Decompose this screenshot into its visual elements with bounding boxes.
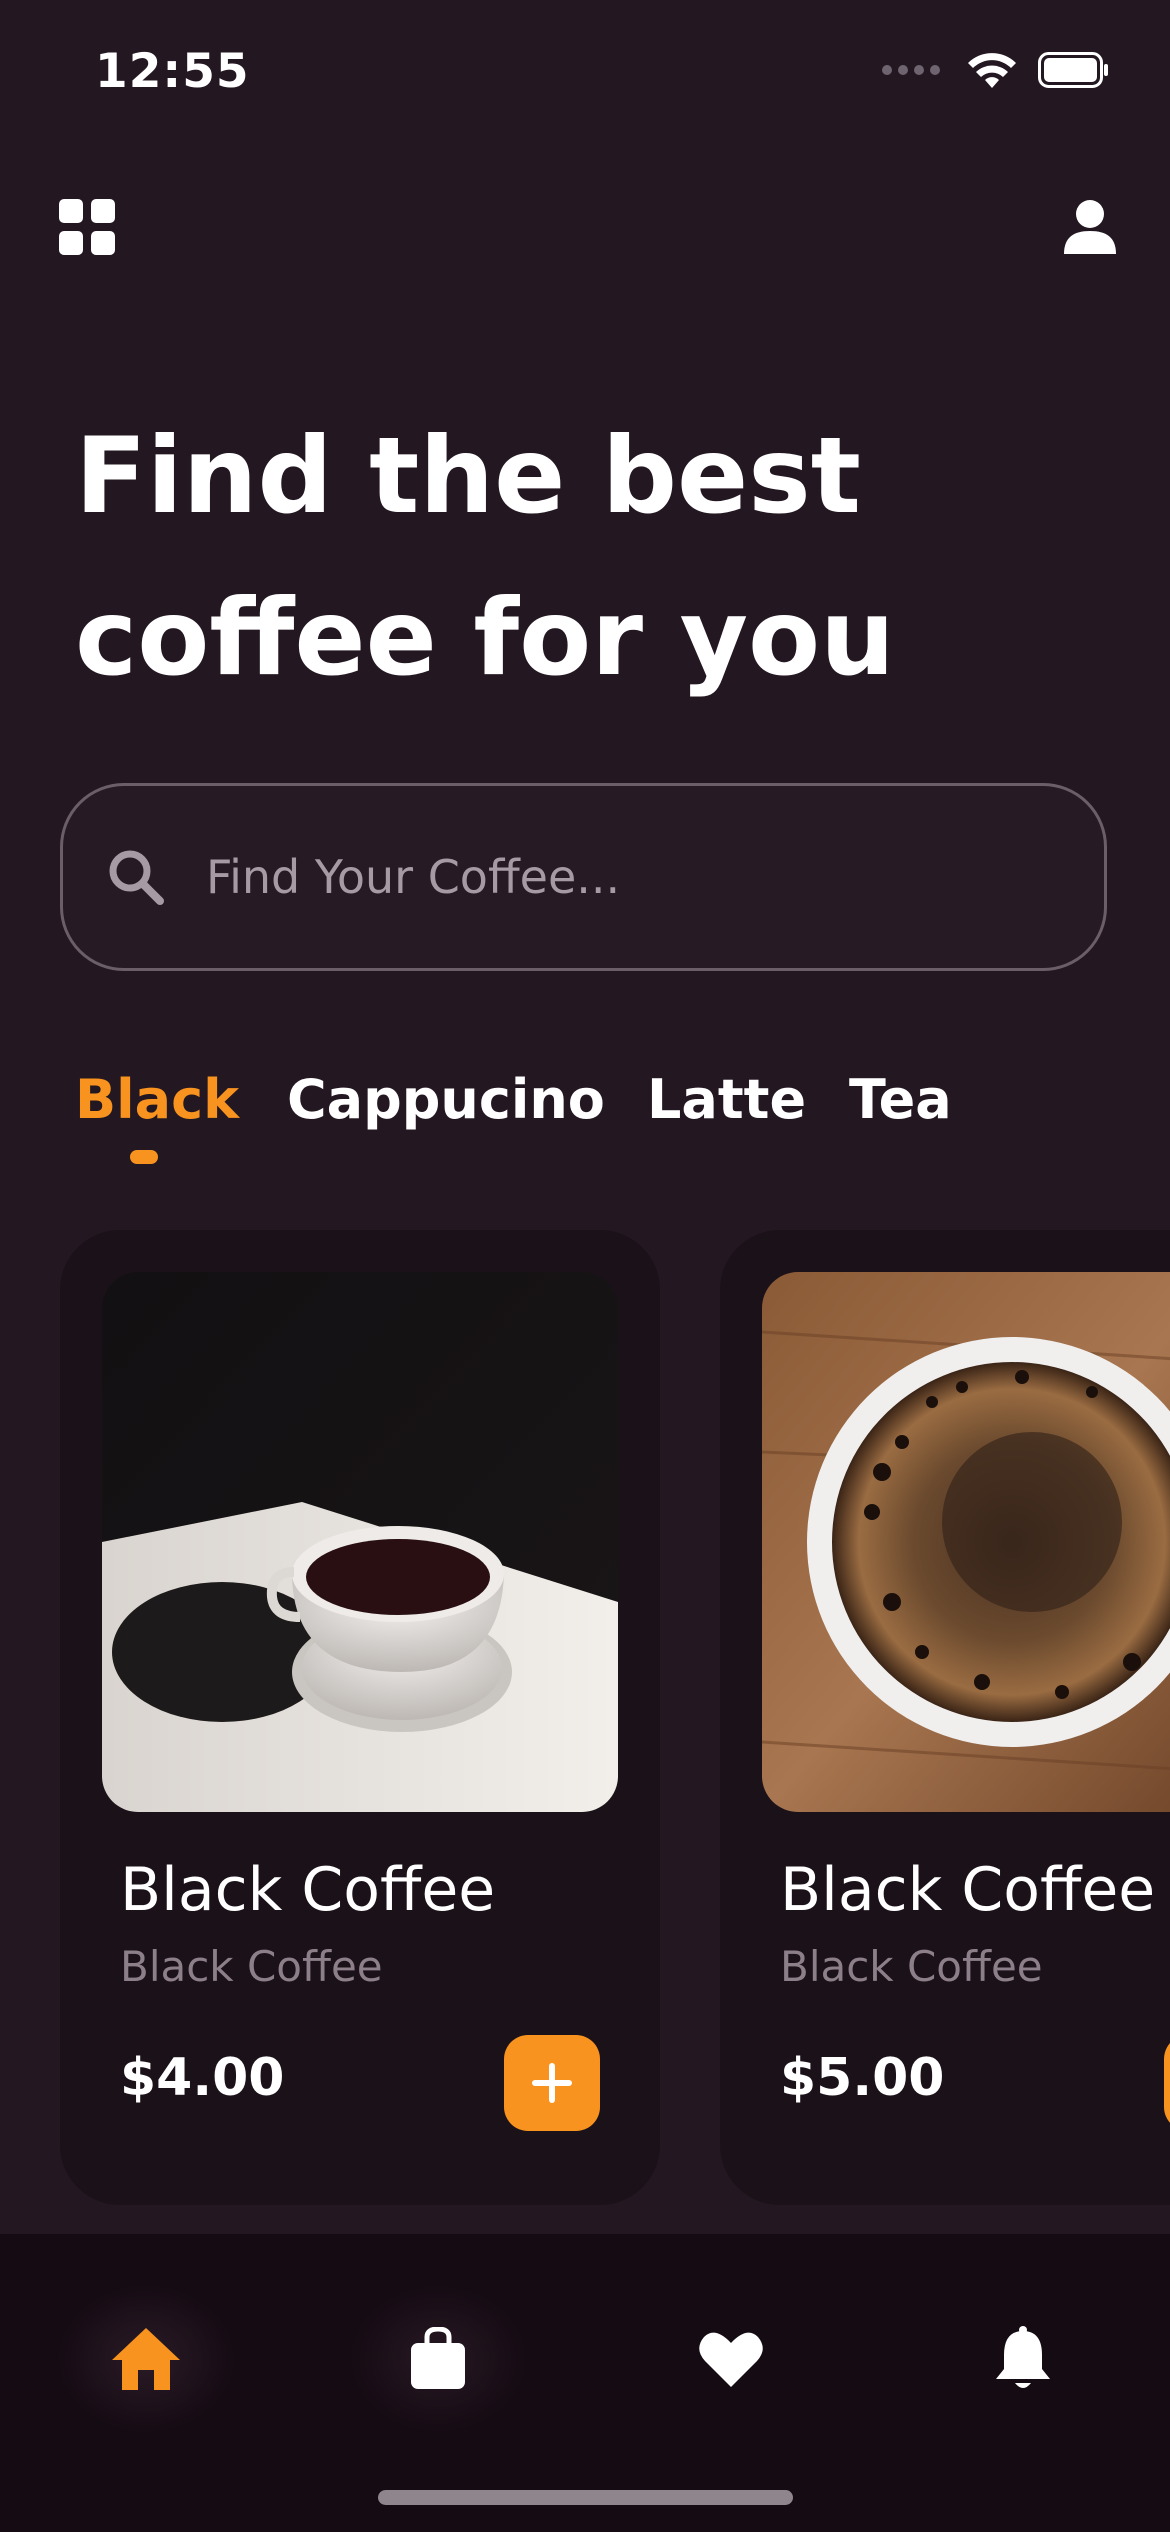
tab-black[interactable]: Black [75,1068,239,1131]
nav-home[interactable] [56,2284,236,2434]
shopping-bag-icon [411,2327,465,2389]
product-subtitle: Black Coffee [120,1942,383,1991]
product-price: $5.00 [780,2048,945,2108]
page-title: Find the best coffee for you [75,395,1075,719]
search-bar[interactable] [60,783,1107,971]
status-bar: 12:55 [0,0,1170,150]
user-icon [1064,200,1116,254]
profile-button[interactable] [1052,192,1128,262]
active-tab-indicator [130,1150,158,1164]
bottom-navigation [0,2234,1170,2532]
home-indicator [378,2490,793,2505]
product-subtitle: Black Coffee [780,1942,1043,1991]
grid-menu-icon [59,199,115,255]
title-line-1: Find the best [75,415,861,537]
add-to-cart-button[interactable] [1164,2035,1170,2131]
nav-favorites[interactable] [641,2284,821,2434]
plus-icon [532,2063,572,2103]
status-indicators [882,50,1110,90]
product-image [762,1272,1170,1812]
product-price: $4.00 [120,2048,285,2108]
wifi-icon [968,53,1016,88]
home-icon [112,2328,180,2390]
menu-button[interactable] [52,192,122,262]
nav-notifications[interactable] [933,2284,1113,2434]
product-card[interactable]: Black Coffee Black Coffee $4.00 [60,1230,660,2205]
product-card[interactable]: Black Coffee Black Coffee $5.00 [720,1230,1170,2205]
tab-latte[interactable]: Latte [647,1068,806,1131]
product-title: Black Coffee [780,1855,1156,1925]
title-line-2: coffee for you [75,577,895,699]
product-title: Black Coffee [120,1855,496,1925]
bell-icon [996,2326,1050,2388]
product-image [102,1272,618,1812]
add-to-cart-button[interactable] [504,2035,600,2131]
search-icon [106,847,166,907]
heart-icon [699,2332,763,2387]
status-time: 12:55 [95,44,250,99]
search-input[interactable] [204,785,1104,969]
tab-tea[interactable]: Tea [849,1068,952,1131]
cellular-signal-icon [882,65,940,75]
tab-cappucino[interactable]: Cappucino [287,1068,605,1131]
nav-cart[interactable] [348,2284,528,2434]
battery-icon [1038,52,1108,88]
